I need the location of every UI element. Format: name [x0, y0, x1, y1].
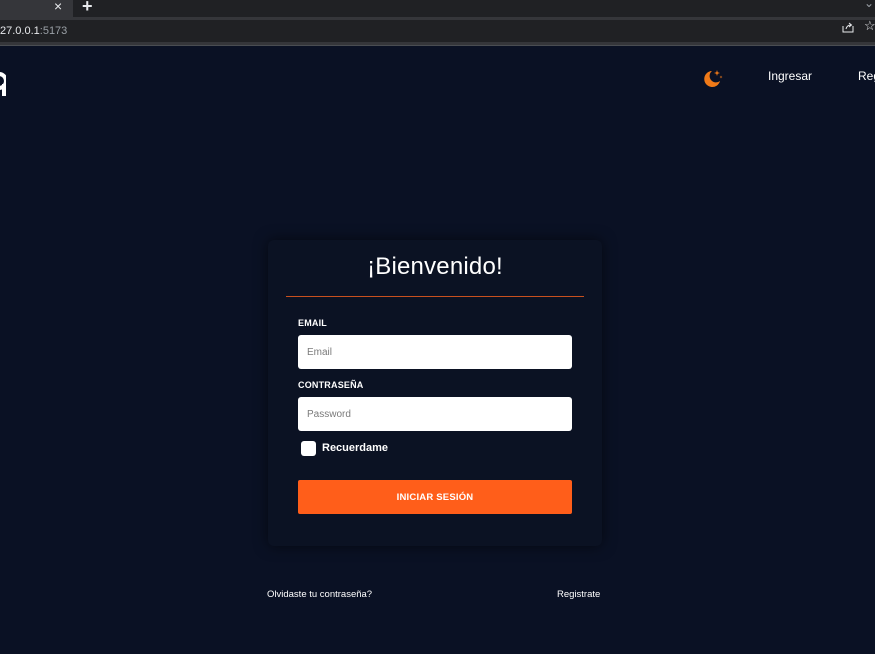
login-card: ¡Bienvenido! EMAIL CONTRASEÑA Recuerdame… — [268, 240, 602, 546]
moon-stars-icon[interactable] — [701, 68, 723, 90]
tab-search-icon[interactable]: ⌄ — [864, 0, 874, 10]
page-title: ¡Bienvenido! — [367, 253, 503, 280]
password-field[interactable] — [298, 397, 572, 431]
forgot-password-link[interactable]: Olvidaste tu contraseña? — [267, 589, 372, 600]
nav-register-link[interactable]: Reg — [858, 69, 875, 83]
browser-tab-bar: × + ⌄ — [0, 0, 875, 17]
address-bar[interactable]: 27.0.0.1:5173 — [0, 20, 875, 42]
email-label: EMAIL — [298, 318, 327, 328]
remember-label[interactable]: Recuerdame — [322, 442, 388, 454]
url-host: 27.0.0.1 — [0, 25, 40, 37]
new-tab-icon[interactable]: + — [82, 0, 93, 15]
nav-login-link[interactable]: Ingresar — [768, 69, 812, 83]
url-port: :5173 — [39, 25, 68, 37]
remember-checkbox[interactable] — [301, 440, 316, 456]
star-icon[interactable]: ☆ — [864, 18, 875, 34]
chrome-divider — [0, 45, 875, 46]
register-link[interactable]: Registrate — [557, 589, 600, 600]
password-label: CONTRASEÑA — [298, 380, 364, 390]
login-button[interactable]: INICIAR SESIÓN — [298, 480, 572, 514]
logo-icon[interactable] — [0, 68, 6, 98]
email-field[interactable] — [298, 335, 572, 369]
share-icon[interactable] — [842, 22, 854, 33]
close-tab-icon[interactable]: × — [54, 0, 62, 14]
browser-toolbar: 27.0.0.1:5173 ☆ — [0, 17, 875, 45]
title-divider — [286, 296, 584, 297]
browser-tab-active[interactable]: × — [0, 0, 73, 17]
remember-me[interactable]: Recuerdame — [301, 440, 388, 456]
